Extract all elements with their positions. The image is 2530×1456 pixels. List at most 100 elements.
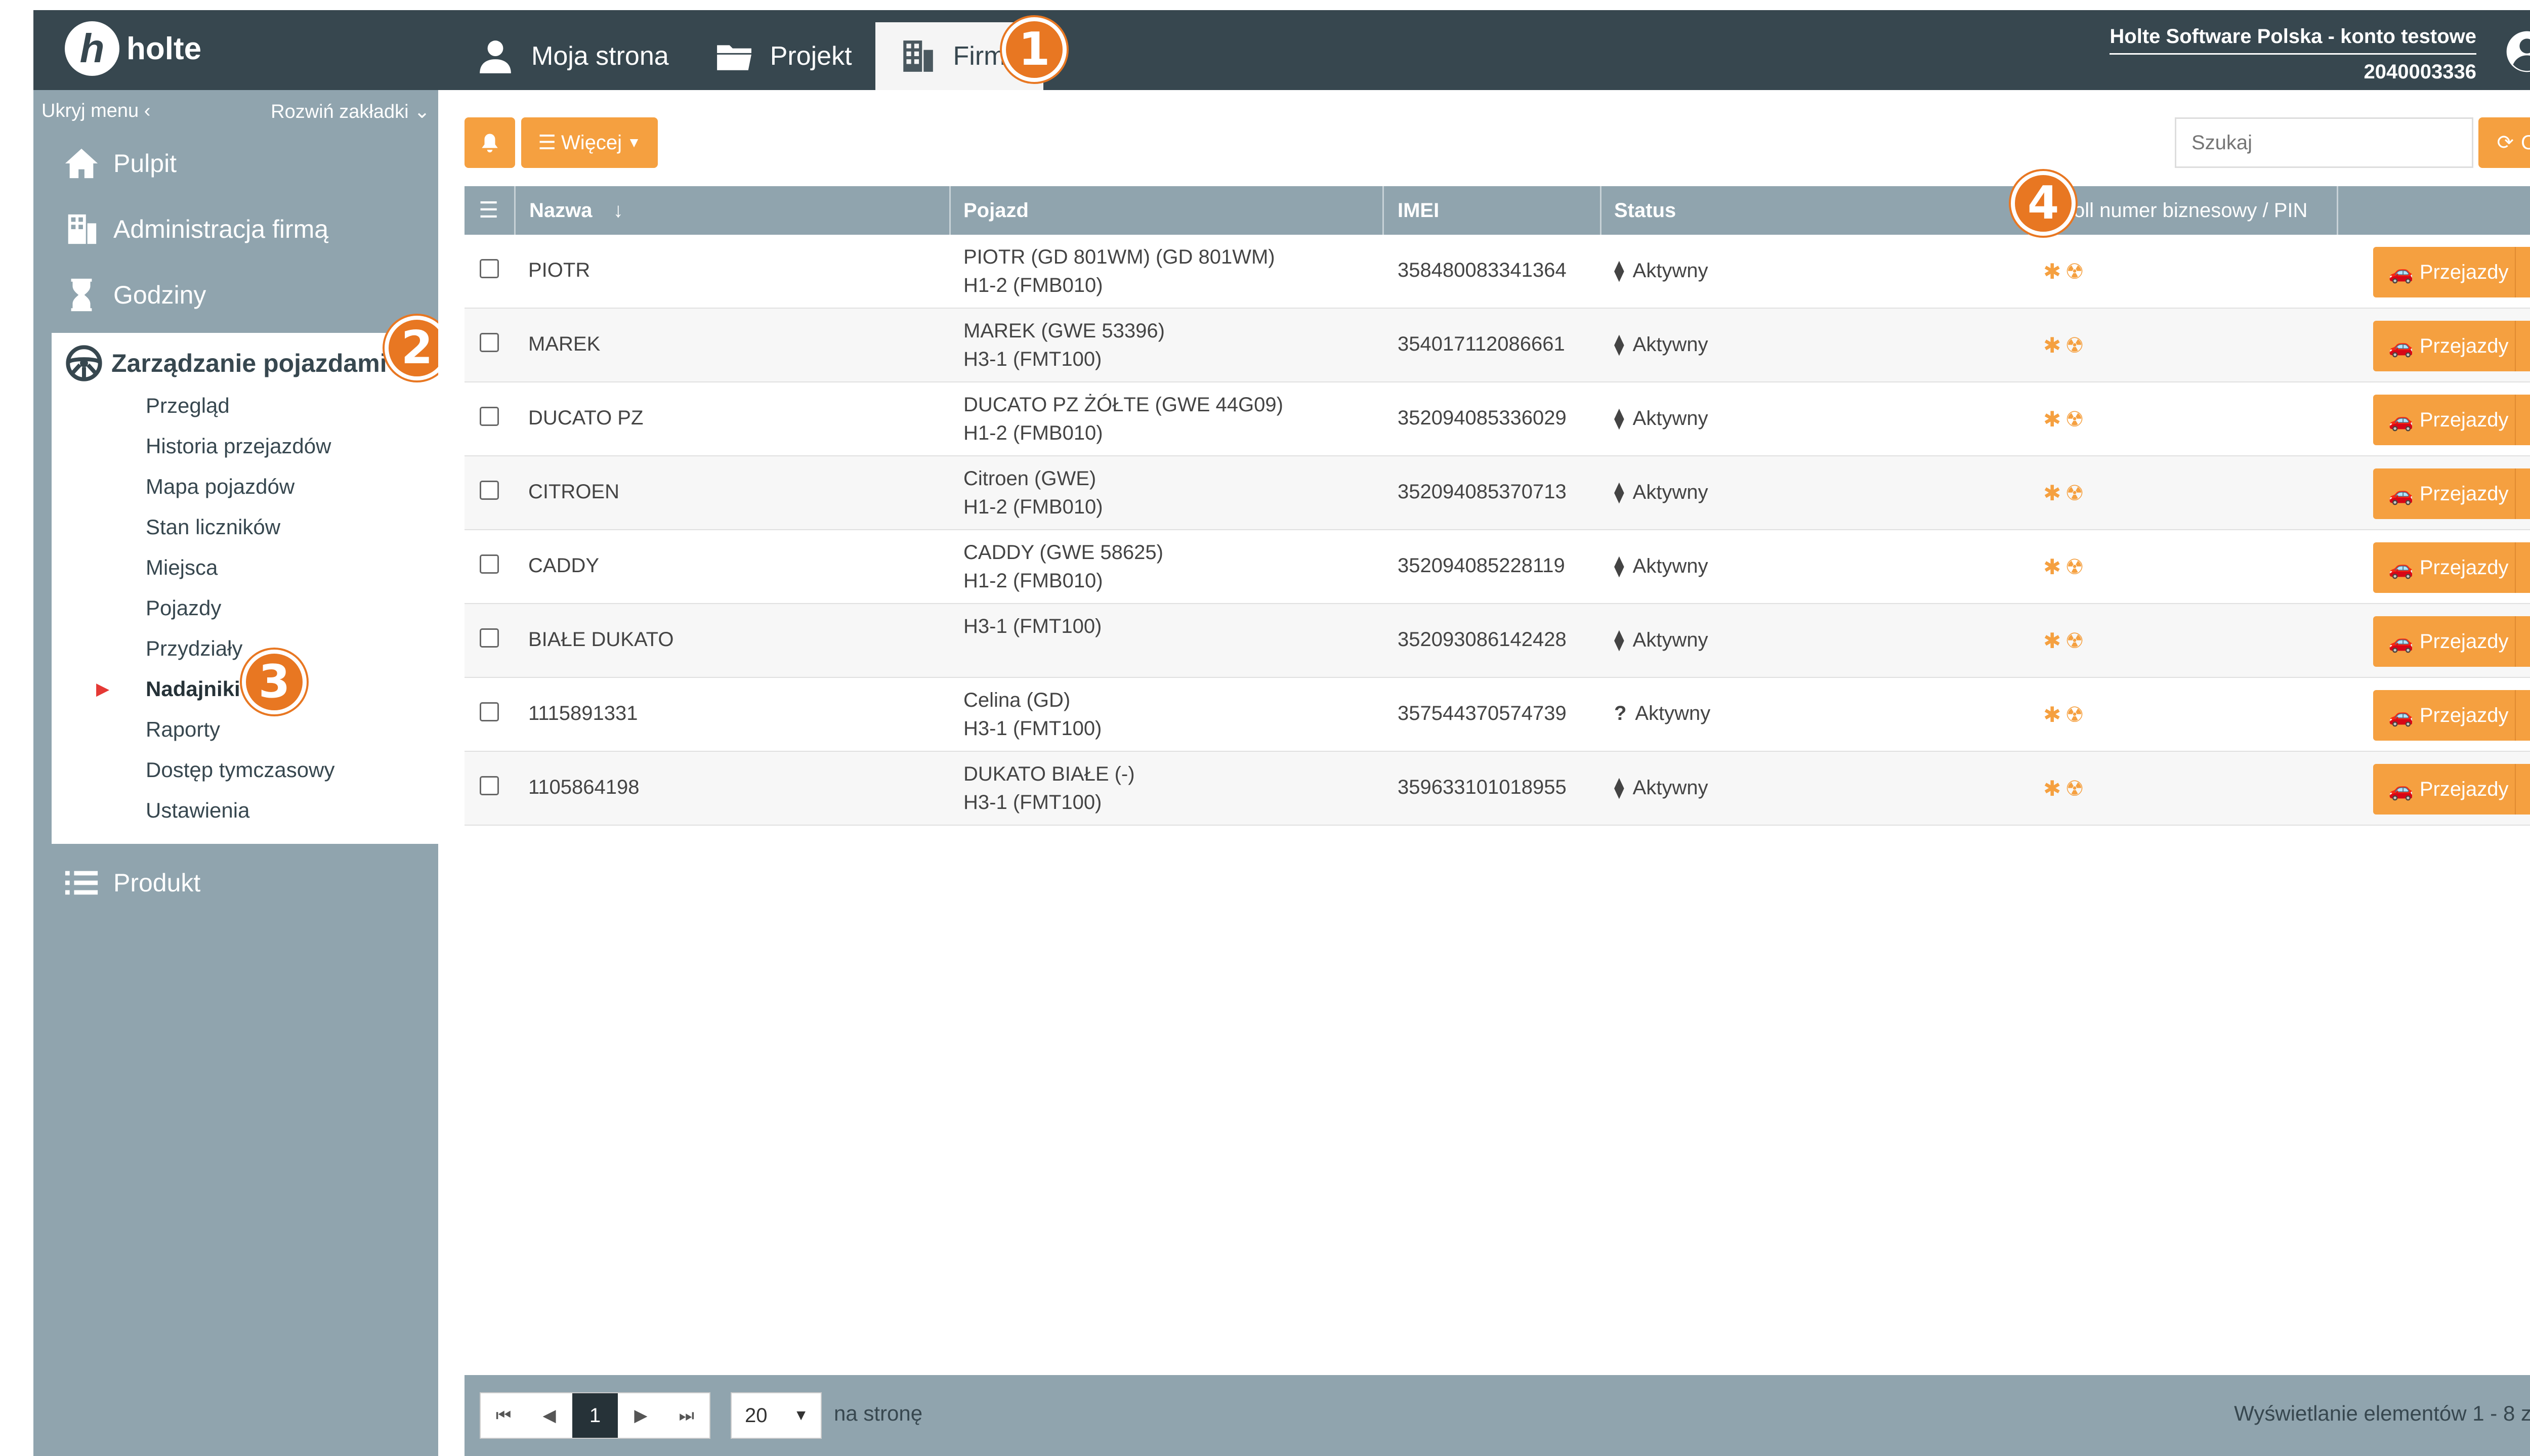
caret-down-icon[interactable]: ▼ [2515,764,2530,815]
row-checkbox[interactable] [480,259,499,278]
sidebar-item-produkt[interactable]: Produkt [64,865,200,901]
sidebar-subitem-dostep[interactable]: Dostęp tymczasowy [146,758,334,782]
sidebar-subitem-ustawienia[interactable]: Ustawienia [146,798,249,823]
column-header-etoll[interactable]: E-Toll numer biznesowy / PIN [2043,186,2307,235]
status-cell: ? Aktywny [1614,702,1710,725]
notifications-button[interactable] [465,117,515,168]
table-row[interactable]: BIAŁE DUKATO H3-1 (FMT100) 3520930861424… [465,604,2530,678]
etoll-icons[interactable]: ✱☢ [2043,407,2088,432]
page-size-value: 20 [745,1404,768,1427]
row-checkbox[interactable] [480,702,499,721]
sidebar-subitem-mapa[interactable]: Mapa pojazdów [146,475,294,499]
row-checkbox[interactable] [480,628,499,648]
caret-down-icon[interactable]: ▼ [2515,247,2530,297]
caret-down-icon[interactable]: ▼ [2515,468,2530,519]
table-row[interactable]: 1115891331 Celina (GD) H3-1 (FMT100) 357… [465,678,2530,752]
trips-button[interactable]: 🚗Przejazdy ▼ [2373,468,2530,519]
sort-down-icon: ↓ [613,199,623,222]
prev-page-button[interactable]: ◀ [526,1393,572,1438]
etoll-icons[interactable]: ✱☢ [2043,259,2088,284]
current-page[interactable]: 1 [572,1393,618,1438]
sidebar-item-label: Produkt [113,869,201,897]
sidebar-subitem-nadajniki[interactable]: Nadajniki [146,677,240,701]
sidebar-item-pulpit[interactable]: Pulpit [64,146,177,181]
table-row[interactable]: DUCATO PZ DUCATO PZ ŻÓŁTE (GWE 44G09) H1… [465,382,2530,456]
chevron-left-icon: ‹ [144,100,151,121]
caret-down-icon[interactable]: ▼ [2515,321,2530,371]
etoll-icons[interactable]: ✱☢ [2043,702,2088,727]
column-menu-icon[interactable]: ☰ [479,186,498,235]
trips-button[interactable]: 🚗Przejazdy ▼ [2373,616,2530,667]
user-avatar-icon[interactable] [2505,29,2530,74]
caret-down-icon[interactable]: ▼ [2515,395,2530,445]
column-header-status[interactable]: Status [1614,186,1676,235]
tab-moja-strona[interactable]: Moja strona [453,22,692,90]
account-info[interactable]: Holte Software Polska - konto testowe 20… [2110,25,2476,83]
vehicle-cell: PIOTR (GD 801WM) (GD 801WM) H1-2 (FMB010… [963,243,1275,299]
etoll-icons[interactable]: ✱☢ [2043,554,2088,579]
row-checkbox[interactable] [480,554,499,574]
sidebar-subitem-historia[interactable]: Historia przejazdów [146,434,331,458]
column-header-imei[interactable]: IMEI [1398,186,1439,235]
table-header: ☰ Nazwa ↓ Pojazd IMEI Status E-Toll nume… [465,186,2530,235]
vehicle-cell: H3-1 (FMT100) [963,612,1102,640]
trips-label: Przejazdy [2419,334,2509,357]
sidebar-subitem-przydzialy[interactable]: Przydziały [146,636,242,661]
trips-button[interactable]: 🚗Przejazdy ▼ [2373,321,2530,371]
row-checkbox[interactable] [480,776,499,795]
caret-down-icon[interactable]: ▼ [2515,690,2530,741]
sidebar-subitem-przeglad[interactable]: Przegląd [146,394,230,418]
trips-button[interactable]: 🚗Przejazdy ▼ [2373,247,2530,297]
hide-menu-label: Ukryj menu [41,100,139,121]
sidebar-subitem-miejsca[interactable]: Miejsca [146,555,218,580]
sidebar-subitem-stan-licznikow[interactable]: Stan liczników [146,515,280,539]
etoll-icons[interactable]: ✱☢ [2043,481,2088,505]
column-header-nazwa[interactable]: Nazwa ↓ [529,186,623,235]
top-nav: Moja strona Projekt Firma [453,22,1044,90]
first-page-button[interactable]: ⏮ [481,1393,526,1438]
caret-down-icon[interactable]: ▼ [2515,616,2530,667]
last-page-button[interactable]: ⏭ [664,1393,709,1438]
tab-projekt[interactable]: Projekt [692,22,875,90]
etoll-icons[interactable]: ✱☢ [2043,776,2088,801]
trips-button[interactable]: 🚗Przejazdy ▼ [2373,690,2530,741]
row-checkbox[interactable] [480,481,499,500]
user-icon [480,40,511,73]
hide-menu-button[interactable]: Ukryj menu ‹ [41,100,150,122]
search-input[interactable] [2175,117,2473,168]
table-row[interactable]: CITROEN Citroen (GWE) H1-2 (FMB010) 3520… [465,456,2530,530]
trips-button[interactable]: 🚗Przejazdy ▼ [2373,542,2530,593]
plug-icon: ⧫ [1614,555,1624,577]
imei: 352094085370713 [1398,481,1567,503]
status-text: Aktywny [1632,407,1708,430]
expand-tabs-button[interactable]: Rozwiń zakładki ⌄ [271,100,430,123]
sidebar-item-administracja[interactable]: Administracja firmą [64,211,328,247]
logo[interactable]: h holte [65,21,201,76]
device-model: H1-2 (FMB010) [963,570,1103,592]
sidebar-item-zarzadzanie-pojazdami[interactable]: Zarządzanie pojazdami [65,344,387,382]
plug-icon: ⧫ [1614,777,1624,799]
table-row[interactable]: PIOTR PIOTR (GD 801WM) (GD 801WM) H1-2 (… [465,235,2530,309]
sidebar-subitem-raporty[interactable]: Raporty [146,717,220,742]
refresh-button[interactable]: ⟳ Odśwież [2478,117,2530,168]
trips-button[interactable]: 🚗Przejazdy ▼ [2373,395,2530,445]
table-row[interactable]: MAREK MAREK (GWE 53396) H3-1 (FMT100) 35… [465,309,2530,382]
column-header-pojazd[interactable]: Pojazd [963,186,1029,235]
caret-down-icon[interactable]: ▼ [2515,542,2530,593]
trips-button[interactable]: 🚗Przejazdy ▼ [2373,764,2530,815]
row-checkbox[interactable] [480,333,499,352]
table-row[interactable]: 1105864198 DUKATO BIAŁE (-) H3-1 (FMT100… [465,752,2530,826]
callout-badge-4: 4 [2011,171,2076,236]
table-row[interactable]: CADDY CADDY (GWE 58625) H1-2 (FMB010) 35… [465,530,2530,604]
etoll-icons[interactable]: ✱☢ [2043,628,2088,653]
imei: 357544370574739 [1398,702,1567,724]
sidebar-item-godziny[interactable]: Godziny [64,277,206,313]
more-dropdown-button[interactable]: ☰ Więcej ▼ [521,117,658,168]
building-icon [68,214,97,244]
sidebar-subitem-pojazdy[interactable]: Pojazdy [146,596,221,620]
etoll-icons[interactable]: ✱☢ [2043,333,2088,358]
logo-icon: h [65,21,119,76]
row-checkbox[interactable] [480,407,499,426]
next-page-button[interactable]: ▶ [618,1393,663,1438]
page-size-select[interactable]: 20 ▼ [731,1392,822,1439]
